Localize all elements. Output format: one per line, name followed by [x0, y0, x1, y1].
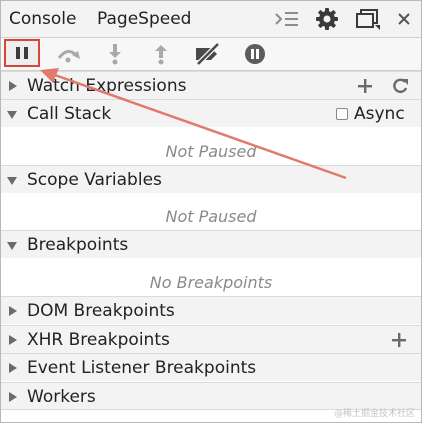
expand-arrow-icon — [9, 81, 17, 91]
expand-arrow-icon — [9, 335, 17, 345]
tab-pagespeed[interactable]: PageSpeed — [97, 9, 191, 29]
deactivate-breakpoints-icon — [193, 43, 223, 65]
empty-message: No Breakpoints — [149, 273, 273, 292]
pause-on-exceptions-icon — [244, 43, 266, 65]
step-out-button[interactable] — [148, 42, 174, 66]
section-event-listener-breakpoints[interactable]: Event Listener Breakpoints — [1, 353, 421, 381]
section-label: Scope Variables — [27, 170, 162, 190]
pause-icon — [14, 46, 30, 60]
section-scope-variables[interactable]: Scope Variables — [1, 165, 421, 193]
section-call-stack[interactable]: Call Stack Async — [1, 99, 421, 127]
async-label: Async — [354, 104, 405, 124]
section-label: Call Stack — [27, 104, 112, 124]
pause-button[interactable] — [4, 39, 40, 67]
add-watch-expression-button[interactable] — [357, 75, 373, 97]
step-out-icon — [153, 43, 169, 65]
plus-icon — [391, 332, 407, 348]
expand-arrow-icon — [9, 363, 17, 373]
async-checkbox[interactable] — [336, 108, 348, 120]
empty-message: Not Paused — [165, 207, 257, 226]
step-into-icon — [107, 43, 123, 65]
step-over-icon — [55, 44, 81, 64]
collapse-arrow-icon — [7, 242, 17, 250]
watermark: @稀土掘金技术社区 — [333, 409, 415, 419]
close-icon[interactable] — [393, 7, 415, 31]
section-dom-breakpoints[interactable]: DOM Breakpoints — [1, 296, 421, 324]
call-stack-empty: Not Paused — [1, 137, 421, 165]
tab-bar: Console PageSpeed — [1, 1, 421, 38]
empty-message: Not Paused — [165, 142, 257, 161]
scope-variables-empty: Not Paused — [1, 202, 421, 230]
section-label: Breakpoints — [27, 235, 129, 255]
section-label: Watch Expressions — [27, 76, 187, 96]
step-into-button[interactable] — [102, 42, 128, 66]
breakpoints-empty: No Breakpoints — [1, 268, 421, 296]
tab-console[interactable]: Console — [9, 9, 77, 29]
expand-arrow-icon — [9, 306, 17, 316]
debugger-toolbar — [1, 38, 421, 71]
refresh-icon — [391, 77, 409, 95]
collapse-arrow-icon — [7, 177, 17, 185]
section-xhr-breakpoints[interactable]: XHR Breakpoints — [1, 325, 421, 353]
section-label: Event Listener Breakpoints — [27, 358, 257, 378]
refresh-watch-expressions-button[interactable] — [391, 75, 409, 97]
dock-side-icon[interactable] — [353, 7, 383, 31]
expand-arrow-icon — [9, 392, 17, 402]
deactivate-breakpoints-button[interactable] — [191, 42, 225, 66]
drawer-toggle-icon[interactable] — [273, 7, 301, 31]
gear-icon[interactable] — [313, 7, 341, 31]
plus-icon — [357, 78, 373, 94]
async-toggle[interactable]: Async — [336, 103, 405, 125]
collapse-arrow-icon — [7, 111, 17, 119]
add-xhr-breakpoint-button[interactable] — [391, 329, 407, 351]
section-label: XHR Breakpoints — [27, 330, 170, 350]
debugger-panel: Console PageSpeed Watch Expressions Call… — [0, 0, 422, 423]
section-watch-expressions[interactable]: Watch Expressions — [1, 71, 421, 99]
section-label: Workers — [27, 387, 96, 407]
step-over-button[interactable] — [55, 42, 81, 66]
section-label: DOM Breakpoints — [27, 301, 175, 321]
section-breakpoints[interactable]: Breakpoints — [1, 230, 421, 258]
pause-on-exceptions-button[interactable] — [242, 42, 268, 66]
